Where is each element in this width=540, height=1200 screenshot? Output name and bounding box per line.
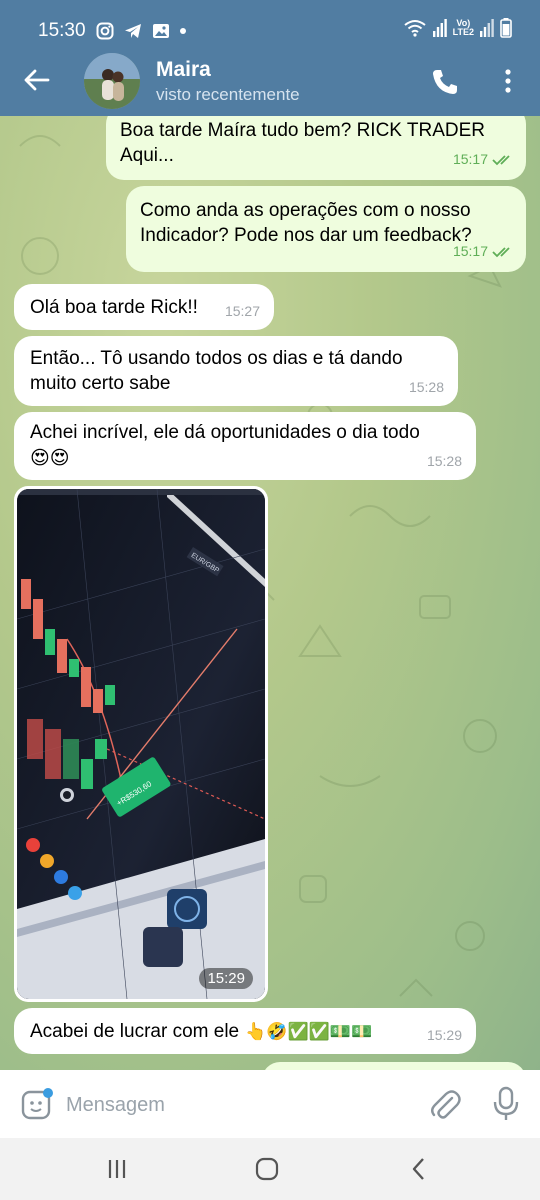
message-time: 15:17 xyxy=(452,151,488,167)
message-bubble-incoming[interactable]: Acabei de lucrar com ele 👆🤣✅✅💵💵 15:29 xyxy=(14,1008,476,1054)
instagram-icon xyxy=(96,22,114,40)
contact-avatar[interactable] xyxy=(84,53,140,109)
message-bubble-incoming[interactable]: Olá boa tarde Rick!! 15:27 xyxy=(14,284,274,330)
attachment-icon[interactable] xyxy=(428,1088,462,1122)
phone-icon[interactable] xyxy=(430,67,460,97)
photo-message[interactable]: +R$530,60 EUR/GBP 15:29 xyxy=(14,486,268,1002)
double-check-icon xyxy=(492,154,510,165)
message-bubble-outgoing-partial[interactable] xyxy=(262,1062,526,1070)
contact-status: visto recentemente xyxy=(156,85,300,104)
contact-name[interactable]: Maira xyxy=(156,58,211,82)
signal-bars-icon xyxy=(432,19,447,37)
message-text: Então... Tô usando todos os dias e tá da… xyxy=(30,348,403,394)
message-meta: 15:17 xyxy=(453,239,514,264)
message-text: Acabei de lucrar com ele xyxy=(30,1021,240,1042)
message-meta: 15:28 xyxy=(427,449,462,474)
chat-header: Maira visto recentemente xyxy=(0,50,540,116)
signal-bars-2-icon xyxy=(480,19,494,37)
message-emoji: 😍😍 xyxy=(30,448,70,469)
status-bar: 15:30 Vo) LTE2 xyxy=(0,0,540,50)
message-time: 15:28 xyxy=(426,453,462,469)
message-text-row: Acabei de lucrar com ele 👆🤣✅✅💵💵 xyxy=(30,1019,372,1044)
microphone-icon[interactable] xyxy=(492,1086,520,1122)
more-options-icon[interactable] xyxy=(498,66,518,96)
trading-chart-image-icon: +R$530,60 EUR/GBP xyxy=(17,489,265,999)
message-bubble-incoming[interactable]: Achei incrível, ele dá oportunidades o d… xyxy=(14,412,476,480)
system-navigation-bar xyxy=(0,1138,540,1200)
message-meta: 15:28 xyxy=(409,375,444,400)
message-time: 15:17 xyxy=(452,243,488,259)
dot-icon xyxy=(180,28,186,34)
home-icon[interactable] xyxy=(252,1156,282,1182)
trading-screen-photo[interactable]: +R$530,60 EUR/GBP 15:29 xyxy=(17,489,265,999)
message-input[interactable]: Mensagem xyxy=(66,1094,165,1117)
back-arrow-icon[interactable] xyxy=(22,66,50,94)
notification-icons xyxy=(96,20,186,42)
photo-timestamp: 15:29 xyxy=(199,968,253,989)
status-time: 15:30 xyxy=(38,20,86,41)
message-emoji: 👆🤣✅✅💵💵 xyxy=(245,1022,373,1041)
message-text: Achei incrível, ele dá oportunidades o d… xyxy=(30,422,420,443)
message-bubble-outgoing[interactable]: Boa tarde Maíra tudo bem? RICK TRADER Aq… xyxy=(106,116,526,180)
back-nav-icon[interactable] xyxy=(404,1156,434,1182)
gallery-icon xyxy=(153,24,169,38)
network-type: Vo) LTE2 xyxy=(452,18,474,37)
battery-icon xyxy=(500,18,512,38)
message-bubble-incoming[interactable]: Então... Tô usando todos os dias e tá da… xyxy=(14,336,458,406)
telegram-icon xyxy=(125,24,141,38)
message-meta: 15:27 xyxy=(225,299,260,324)
wifi-icon xyxy=(404,20,426,37)
system-status-icons: Vo) LTE2 xyxy=(403,18,512,38)
message-input-bar: Mensagem xyxy=(0,1070,540,1138)
message-list[interactable]: Boa tarde Maíra tudo bem? RICK TRADER Aq… xyxy=(0,116,540,1070)
double-check-icon xyxy=(492,246,510,257)
avatar-photo-icon xyxy=(84,53,140,109)
sticker-emoji-icon[interactable] xyxy=(20,1087,54,1121)
message-time: 15:27 xyxy=(224,303,260,319)
recent-apps-icon[interactable] xyxy=(102,1156,132,1182)
message-bubble-outgoing[interactable]: Como anda as operações com o nosso Indic… xyxy=(126,186,526,272)
message-time: 15:28 xyxy=(408,379,444,395)
message-text: Olá boa tarde Rick!! xyxy=(30,297,198,318)
message-meta: 15:29 xyxy=(427,1023,462,1048)
message-meta: 15:17 xyxy=(453,147,514,172)
message-time: 15:29 xyxy=(426,1027,462,1043)
